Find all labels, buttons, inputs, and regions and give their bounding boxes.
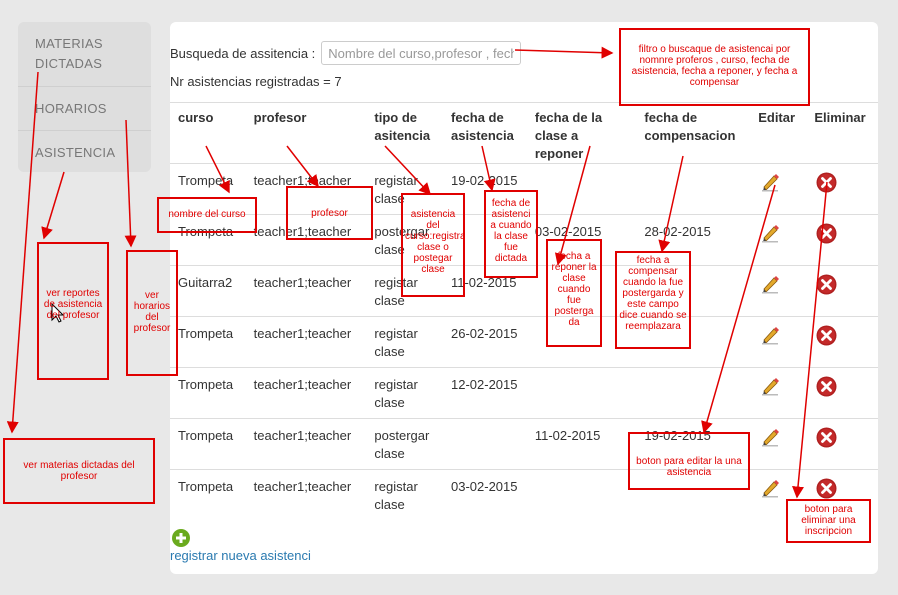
sidebar-nav: MATERIAS DICTADAS HORARIOS ASISTENCIA	[18, 22, 151, 172]
attendance-table: curso profesor tipo de asitencia fecha d…	[170, 102, 878, 521]
delete-circle-icon[interactable]	[816, 172, 837, 198]
cell-tipo: registar clase	[374, 479, 418, 512]
pencil-icon[interactable]	[760, 325, 780, 350]
pencil-icon[interactable]	[760, 274, 780, 299]
delete-circle-icon[interactable]	[816, 427, 837, 453]
search-row: Busqueda de assitencia :	[170, 40, 522, 66]
annotation-materias: ver materias dictadas del profesor	[3, 438, 155, 504]
cell-profesor: teacher1;teacher	[245, 316, 367, 368]
annotation-reportes: ver reportes de asistencia del profesor	[37, 242, 109, 380]
cell-fecha-asistencia: 12-02-2015	[442, 367, 527, 419]
cell-editar	[750, 367, 807, 419]
search-label: Busqueda de assitencia :	[170, 45, 316, 61]
table-header-row: curso profesor tipo de asitencia fecha d…	[170, 102, 878, 164]
pencil-icon[interactable]	[760, 223, 780, 248]
header-curso[interactable]: curso	[170, 102, 246, 164]
cell-eliminar	[806, 316, 878, 368]
delete-circle-icon[interactable]	[816, 325, 837, 351]
cell-fecha-reponer: 11-02-2015	[526, 418, 637, 470]
record-count: Nr asistencias registradas = 7	[170, 74, 342, 89]
cell-profesor: teacher1;teacher	[245, 265, 367, 317]
cell-editar	[750, 214, 807, 266]
cell-eliminar	[806, 163, 878, 215]
cell-eliminar	[806, 214, 878, 266]
header-eliminar: Eliminar	[806, 102, 878, 164]
annotation-nombre-curso: nombre del curso	[157, 197, 257, 233]
cell-fecha-asistencia: 03-02-2015	[450, 479, 518, 494]
annotation-horarios: ver horarios del profesor	[126, 250, 178, 376]
cell-curso: Trompeta	[170, 367, 246, 419]
cell-profesor: teacher1;teacher	[253, 479, 352, 494]
cell-fecha-asistencia: 26-02-2015	[442, 316, 527, 368]
cell-curso: Trompeta	[170, 316, 246, 368]
cell-editar	[750, 316, 807, 368]
cell-editar	[750, 163, 807, 215]
cell-fecha-asistencia	[442, 418, 527, 470]
annotation-tipo: asistencia del curso:registrar clase o p…	[401, 193, 465, 297]
header-profesor[interactable]: profesor	[245, 102, 367, 164]
cell-curso: Guitarra2	[170, 265, 246, 317]
cell-profesor: teacher1;teacher	[245, 418, 367, 470]
cell-fecha-compensacion	[636, 367, 751, 419]
annotation-eliminar: boton para eliminar una inscripcion	[786, 499, 871, 543]
cell-editar	[750, 265, 807, 317]
cell-eliminar	[806, 418, 878, 470]
delete-circle-icon[interactable]	[816, 223, 837, 249]
pencil-icon[interactable]	[760, 427, 780, 452]
pencil-icon[interactable]	[760, 376, 780, 401]
search-input[interactable]	[321, 41, 522, 65]
header-fecha-asistencia[interactable]: fecha de asistencia	[442, 102, 527, 164]
annotation-editar: boton para editar la una asistencia	[628, 432, 750, 490]
cell-tipo: postergar clase	[366, 418, 443, 470]
cell-tipo: registar clase	[366, 367, 443, 419]
table-row: Trompeta teacher1;teacher postergar clase 1…	[170, 418, 878, 470]
sidebar-item-horarios[interactable]: HORARIOS	[18, 99, 124, 119]
table-row: Trompeta teacher1;teacher registar clase 03…	[170, 470, 878, 521]
cell-fecha-reponer	[527, 470, 637, 521]
cell-profesor: teacher1;teacher	[245, 367, 367, 419]
sidebar-divider	[18, 130, 151, 131]
pencil-icon[interactable]	[760, 478, 780, 503]
sidebar-item-asistencia[interactable]: ASISTENCIA	[18, 143, 132, 163]
cell-tipo: registar clase	[366, 316, 443, 368]
table-row: Trompeta teacher1;teacher registar clase 12…	[170, 367, 878, 419]
add-attendance-link[interactable]: registrar nueva asistenci	[170, 548, 311, 563]
header-tipo[interactable]: tipo de asitencia	[366, 102, 443, 164]
delete-circle-icon[interactable]	[816, 376, 837, 402]
cell-eliminar	[806, 367, 878, 419]
cell-fecha-reponer	[526, 367, 637, 419]
cell-curso: Trompeta	[178, 479, 234, 494]
annotation-fecha-compensacion: fecha a compensar cuando la fue posterga…	[615, 251, 691, 349]
annotation-profesor: profesor	[286, 186, 373, 240]
sidebar-item-materias[interactable]: MATERIAS DICTADAS	[18, 34, 152, 74]
header-fecha-reponer[interactable]: fecha de la clase a reponer	[526, 102, 637, 164]
table-row: Trompeta teacher1;teacher registar clase 26…	[170, 316, 878, 368]
plus-circle-icon[interactable]	[172, 529, 190, 550]
annotation-filtro: filtro o buscaque de asistencai por nomn…	[619, 28, 810, 106]
cell-eliminar	[806, 265, 878, 317]
annotation-fecha-asistencia: fecha de asistenci a cuando la clase fue…	[484, 190, 538, 278]
header-fecha-compensacion[interactable]: fecha de compensacion	[636, 102, 751, 164]
header-editar: Editar	[750, 102, 807, 164]
sidebar-divider	[18, 86, 151, 87]
cell-editar	[750, 418, 807, 470]
annotation-fecha-reponer: fecha a reponer la clase cuando fue post…	[546, 239, 602, 347]
pencil-icon[interactable]	[760, 172, 780, 197]
cell-fecha-compensacion	[636, 163, 751, 215]
cell-fecha-reponer	[526, 163, 637, 215]
delete-circle-icon[interactable]	[816, 274, 837, 300]
cell-curso: Trompeta	[170, 418, 246, 470]
